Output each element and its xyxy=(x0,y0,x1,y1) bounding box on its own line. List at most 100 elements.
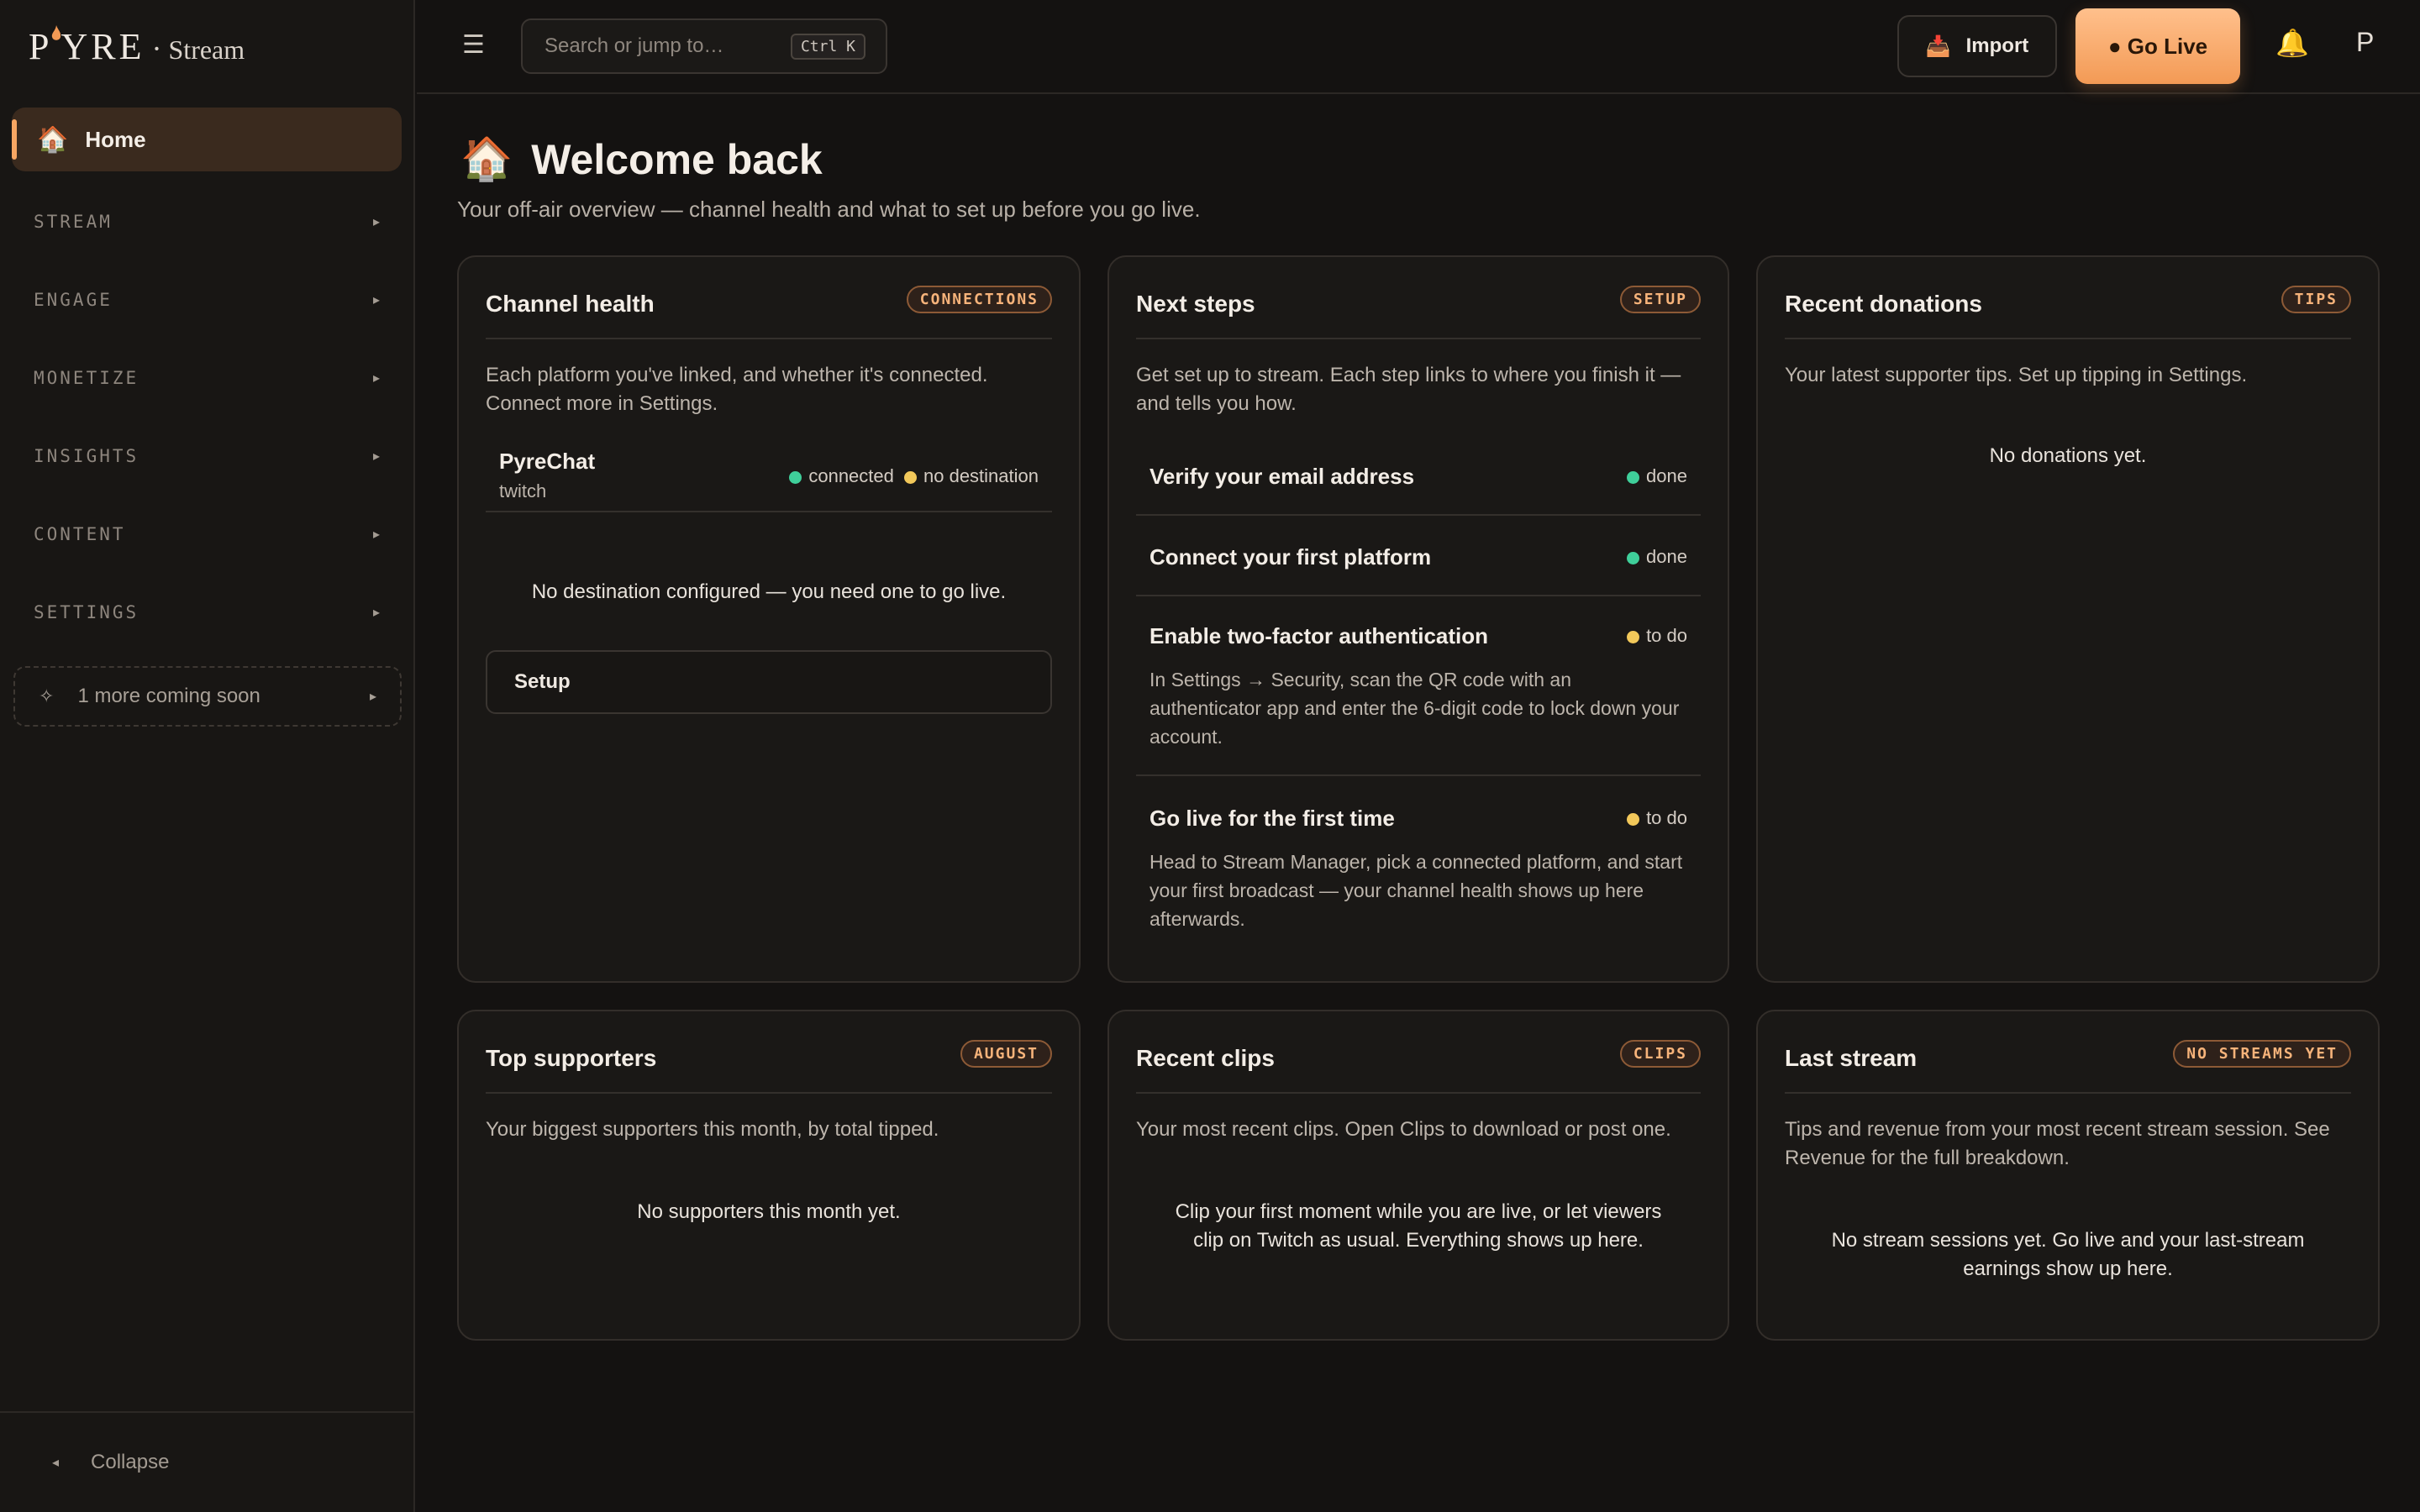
status-connected: connected xyxy=(808,465,894,486)
card-description: Your biggest supporters this month, by t… xyxy=(486,1118,939,1141)
card-badge: TIPS xyxy=(2281,286,2351,313)
card-badge: SETUP xyxy=(1619,286,1701,313)
status-dot-icon xyxy=(1627,812,1640,826)
house-icon: 🏠 xyxy=(37,125,69,154)
card-title: Recent clips xyxy=(1136,1045,1275,1071)
card-description: Tips and revenue from your most recent s… xyxy=(1785,1118,2330,1169)
chevron-right-icon: ▸ xyxy=(372,371,380,386)
coming-soon-item[interactable]: ✧ 1 more coming soon ▸ xyxy=(13,666,402,727)
chevron-right-icon: ▸ xyxy=(372,215,380,229)
nav-section-label: INSIGHTS xyxy=(34,446,139,466)
step-description: Head to Stream Manager, pick a connected… xyxy=(1150,851,1683,930)
status-dot-icon xyxy=(1627,470,1640,484)
import-label: Import xyxy=(1965,34,2029,57)
status-dot-icon xyxy=(1627,630,1640,643)
chevron-left-icon: ◂ xyxy=(52,1456,60,1470)
nav-item-home[interactable]: 🏠 Home xyxy=(12,108,402,171)
card-header: Channel health CONNECTIONS xyxy=(486,286,1052,339)
chevron-right-icon: ▸ xyxy=(372,293,380,307)
card-description: Your latest supporter tips. Set up tippi… xyxy=(1785,364,2248,386)
step-status: done xyxy=(1627,465,1687,487)
channel-health-message: No destination configured — you need one… xyxy=(531,580,1007,603)
search-box[interactable]: Ctrl K xyxy=(521,18,887,74)
card-badge: CLIPS xyxy=(1619,1040,1701,1068)
card-last-stream: Last stream NO STREAMS YET Tips and reve… xyxy=(1756,1010,2380,1341)
card-recent-donations: Recent donations TIPS Your latest suppor… xyxy=(1756,255,2380,983)
nav-section-label: MONETIZE xyxy=(34,368,139,388)
card-description: Your most recent clips. Open Clips to do… xyxy=(1136,1118,1671,1141)
card-next-steps: Next steps SETUP Get set up to stream. E… xyxy=(1107,255,1729,983)
chevron-right-icon: ▸ xyxy=(372,449,380,464)
menu-icon[interactable]: ☰ xyxy=(462,30,485,60)
empty-state-message: No supporters this month yet. xyxy=(637,1200,901,1223)
nav-section-content[interactable]: CONTENT ▸ xyxy=(12,509,402,559)
step-title: Connect your first platform xyxy=(1150,544,1432,570)
card-header: Next steps SETUP xyxy=(1136,286,1701,339)
card-title: Recent donations xyxy=(1785,291,1982,317)
collapse-button[interactable]: ◂ Collapse xyxy=(0,1411,415,1512)
card-title: Top supporters xyxy=(486,1045,657,1071)
step-status-text: done xyxy=(1646,465,1687,486)
card-header: Last stream NO STREAMS YET xyxy=(1785,1040,2351,1094)
card-header: Recent donations TIPS xyxy=(1785,286,2351,339)
sparkle-icon: ✧ xyxy=(39,685,55,706)
card-badge: AUGUST xyxy=(960,1040,1052,1068)
page-subtitle: Your off-air overview — channel health a… xyxy=(457,197,1201,222)
platform-status: connected no destination xyxy=(789,465,1039,487)
step-status: done xyxy=(1627,546,1687,568)
step-description: In Settings → Security, scan the QR code… xyxy=(1150,669,1680,748)
step-item[interactable]: Go live for the first time to do Head to… xyxy=(1136,806,1701,957)
nav-section-label: SETTINGS xyxy=(34,602,139,622)
collapse-label: Collapse xyxy=(91,1451,170,1473)
search-input[interactable] xyxy=(543,34,786,59)
app-logo[interactable]: P YRE · Stream xyxy=(29,25,245,68)
nav-section-stream[interactable]: STREAM ▸ xyxy=(12,197,402,247)
step-status-text: done xyxy=(1646,546,1687,567)
step-status: to do xyxy=(1627,807,1687,829)
import-button[interactable]: 📥 Import xyxy=(1897,15,2057,77)
empty-state-message: No stream sessions yet. Go live and your… xyxy=(1831,1229,2305,1280)
status-dot-icon xyxy=(904,470,917,484)
bell-icon[interactable]: 🔔 xyxy=(2275,27,2309,59)
page-title-text: Welcome back xyxy=(531,135,823,183)
card-description: Get set up to stream. Each step links to… xyxy=(1136,364,1681,415)
card-header: Recent clips CLIPS xyxy=(1136,1040,1701,1094)
setup-button[interactable]: Setup xyxy=(486,650,1052,714)
page-title: 🏠 Welcome back xyxy=(460,134,823,184)
chevron-right-icon: ▸ xyxy=(372,606,380,620)
step-item[interactable]: Enable two-factor authentication to do I… xyxy=(1136,623,1701,776)
platform-row[interactable]: PyreChat twitch connected no destination xyxy=(486,444,1052,512)
step-title: Verify your email address xyxy=(1150,464,1415,489)
platform-name: PyreChat xyxy=(499,449,596,474)
logo-product: Stream xyxy=(168,34,245,65)
chevron-right-icon: ▸ xyxy=(372,528,380,542)
logo-brand: P YRE xyxy=(29,25,145,67)
nav-section-engage[interactable]: ENGAGE ▸ xyxy=(12,275,402,325)
chevron-right-icon: ▸ xyxy=(369,690,376,704)
sidebar: P YRE · Stream 🏠 Home STREAM ▸ ENGAGE ▸ M… xyxy=(0,0,415,1512)
nav-section-settings[interactable]: SETTINGS ▸ xyxy=(12,587,402,638)
step-item[interactable]: Connect your first platform done xyxy=(1136,544,1701,596)
card-title: Channel health xyxy=(486,291,655,317)
logo-separator: · xyxy=(151,32,162,66)
card-recent-clips: Recent clips CLIPS Your most recent clip… xyxy=(1107,1010,1729,1341)
nav-section-monetize[interactable]: MONETIZE ▸ xyxy=(12,353,402,403)
top-bar: ☰ Ctrl K 📥 Import ● Go Live 🔔 P xyxy=(417,0,2420,94)
status-destination: no destination xyxy=(923,465,1039,486)
avatar[interactable]: P xyxy=(2356,27,2374,58)
step-status-text: to do xyxy=(1646,625,1687,646)
card-top-supporters: Top supporters AUGUST Your biggest suppo… xyxy=(457,1010,1081,1341)
nav-section-label: STREAM xyxy=(34,212,113,232)
step-status: to do xyxy=(1627,625,1687,647)
step-title: Go live for the first time xyxy=(1150,806,1395,831)
coming-soon-label: 1 more coming soon xyxy=(77,685,260,707)
nav-section-label: CONTENT xyxy=(34,524,126,544)
card-title: Next steps xyxy=(1136,291,1255,317)
go-live-button[interactable]: ● Go Live xyxy=(2075,8,2240,84)
step-status-text: to do xyxy=(1646,807,1687,828)
nav-section-insights[interactable]: INSIGHTS ▸ xyxy=(12,431,402,481)
step-item[interactable]: Verify your email address done xyxy=(1136,464,1701,516)
inbox-tray-icon: 📥 xyxy=(1925,34,1951,58)
empty-state-message: No donations yet. xyxy=(1989,444,2147,467)
house-icon: 🏠 xyxy=(460,135,513,182)
